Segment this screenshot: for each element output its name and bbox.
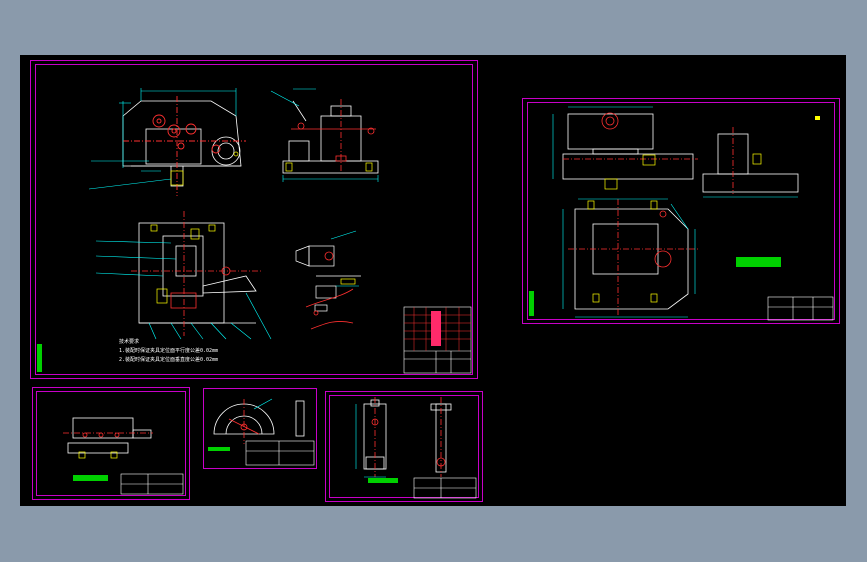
assembly-drawing-sheet[interactable]: 技术要求 1.装配时保证夹具定位面平行度公差0.02mm 2.装配时保证夹具定位… [30,60,478,379]
fixture-body-sheet[interactable] [522,98,840,324]
guide-pin-drawing [355,397,477,499]
fixture-body-drawing [529,106,834,321]
assembly-notes-line2: 2.装配时保证夹具定位面垂直度公差0.02mm [119,357,219,363]
guide-pin-sheet[interactable] [325,391,483,502]
base-plate-sheet[interactable] [32,387,190,500]
locating-block-drawing [208,398,315,466]
drawing-canvas[interactable]: 技术要求 1.装配时保证夹具定位面平行度公差0.02mm 2.装配时保证夹具定位… [20,55,846,506]
assembly-notes-line1: 1.装配时保证夹具定位面平行度公差0.02mm [119,348,219,354]
locating-block-sheet[interactable] [203,388,317,469]
base-plate-drawing [63,417,184,495]
assembly-drawing [37,88,472,374]
assembly-notes-title: 技术要求 [119,339,140,345]
